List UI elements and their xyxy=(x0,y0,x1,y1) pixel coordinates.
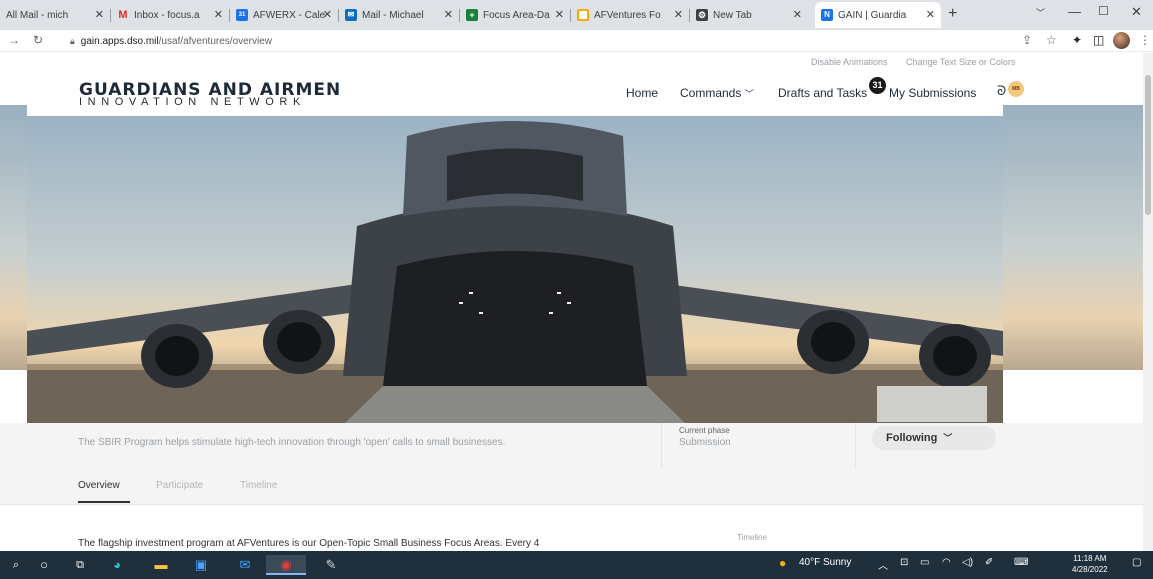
outlook-icon: ✉ xyxy=(345,9,357,21)
browser-tab[interactable]: All Mail - mich ✕ xyxy=(0,2,110,28)
pen-icon[interactable]: ✐ xyxy=(985,557,993,568)
url-field[interactable]: 🔒︎ gain.apps.dso.mil/usaf/afventures/over… xyxy=(70,33,990,49)
overview-content: The flagship investment program at AFVen… xyxy=(0,505,1143,551)
user-avatar[interactable]: MB xyxy=(1008,81,1024,97)
share-icon[interactable]: ⇪ xyxy=(1022,33,1032,47)
keyboard-icon[interactable]: ⌨ xyxy=(1014,557,1028,568)
nav-drafts-and-tasks[interactable]: Drafts and Tasks xyxy=(778,86,867,100)
program-tabs: Overview Participate Timeline xyxy=(0,467,1143,505)
program-description: The SBIR Program helps stimulate high-te… xyxy=(78,437,506,448)
sheets-icon: + xyxy=(466,9,478,21)
store-icon[interactable]: ▣ xyxy=(188,555,214,575)
browser-tab[interactable]: M Inbox - focus.a ✕ xyxy=(111,2,229,28)
paint-icon[interactable]: ✎ xyxy=(318,555,344,575)
clock-time: 11:18 AM xyxy=(1073,554,1107,563)
nav-my-submissions[interactable]: My Submissions xyxy=(889,86,976,100)
tab-timeline[interactable]: Timeline xyxy=(240,480,277,491)
close-icon[interactable]: ✕ xyxy=(555,8,564,21)
tab-search-icon[interactable]: ﹀ xyxy=(1036,6,1045,19)
bookmark-star-icon[interactable]: ☆ xyxy=(1046,33,1057,47)
reload-icon[interactable]: ↻ xyxy=(33,33,43,47)
url-domain: gain.apps.dso.mil xyxy=(80,36,159,47)
mail-icon[interactable]: ✉ xyxy=(232,555,258,575)
browser-tab[interactable]: ⚙ New Tab ✕ xyxy=(690,2,808,28)
weather-icon[interactable]: ● xyxy=(779,556,786,570)
wifi-icon[interactable]: ◠ xyxy=(942,557,951,568)
clock-date: 4/28/2022 xyxy=(1072,565,1108,574)
active-tab-indicator xyxy=(78,501,130,503)
tab-participate[interactable]: Participate xyxy=(156,480,203,491)
url-path: /usaf/afventures/overview xyxy=(158,36,273,47)
page-scrollbar[interactable] xyxy=(1143,53,1153,551)
browser-tab[interactable]: AFVentures Fo ✕ xyxy=(571,2,689,28)
weather-text[interactable]: 40°F Sunny xyxy=(799,557,851,568)
timeline-heading: Timeline xyxy=(737,533,767,542)
browser-tab[interactable]: ✉ Mail - Michael ✕ xyxy=(339,2,459,28)
close-icon[interactable]: ✕ xyxy=(926,8,935,21)
browser-tab[interactable]: + Focus Area-Da ✕ xyxy=(460,2,570,28)
phase-box: Current phase Submission xyxy=(661,423,856,467)
browser-tab-strip: All Mail - mich ✕ M Inbox - focus.a ✕ 31… xyxy=(0,0,1153,30)
file-explorer-icon[interactable]: ▬ xyxy=(148,555,174,575)
calendar-icon: 31 xyxy=(236,9,248,21)
side-panel-icon[interactable]: ◫ xyxy=(1093,33,1104,47)
chevron-up-icon[interactable]: ︿ xyxy=(878,557,888,572)
profile-avatar[interactable] xyxy=(1113,32,1130,49)
minimize-icon[interactable]: — xyxy=(1068,4,1081,19)
phase-value: Submission xyxy=(679,437,731,448)
close-icon[interactable]: ✕ xyxy=(674,8,683,21)
following-button[interactable]: Following ﹀ xyxy=(872,426,996,450)
lock-icon: 🔒︎ xyxy=(70,36,75,46)
browser-tab-active[interactable]: N GAIN | Guardia ✕ xyxy=(815,2,941,28)
close-icon[interactable]: ✕ xyxy=(444,8,453,21)
disable-animations-link[interactable]: Disable Animations xyxy=(811,57,888,67)
volume-icon[interactable]: ◁) xyxy=(962,557,973,568)
slides-icon xyxy=(577,9,589,21)
aircraft-illustration xyxy=(27,121,1003,425)
edge-icon[interactable]: ◕ xyxy=(104,555,130,575)
extensions-icon[interactable]: ✦ xyxy=(1072,33,1082,47)
search-icon[interactable]: ⌕ xyxy=(8,555,24,575)
battery-icon[interactable]: ▭ xyxy=(920,557,929,568)
windows-taskbar: ⌕ ○ ⧉ ◕ ▬ ▣ ✉ ◉ ✎ ● 40°F Sunny ︿ ⊡ ▭ ◠ ◁… xyxy=(0,551,1153,579)
new-tab-icon[interactable]: + xyxy=(948,5,957,23)
close-icon[interactable]: ✕ xyxy=(793,8,802,21)
notifications-icon[interactable]: ▢ xyxy=(1132,557,1141,568)
close-window-icon[interactable]: ✕ xyxy=(1131,4,1142,20)
nav-commands-label: Commands xyxy=(680,86,742,100)
chevron-down-icon: ﹀ xyxy=(744,89,754,99)
gain-site-icon: N xyxy=(821,9,833,21)
phase-label: Current phase xyxy=(679,426,730,435)
site-header: GUARDIANS AND AIRMEN INNOVATION NETWORK … xyxy=(27,72,1006,116)
hero-image xyxy=(27,116,1003,425)
following-label: Following xyxy=(886,432,938,444)
user-icon[interactable]: ᘐ xyxy=(997,83,1006,99)
drafts-count-badge: 31 xyxy=(869,77,886,94)
overview-paragraph: The flagship investment program at AFVen… xyxy=(78,538,540,549)
chevron-down-icon: ﹀ xyxy=(943,433,953,443)
scrollbar-thumb[interactable] xyxy=(1145,75,1151,215)
address-bar: → ↻ 🔒︎ gain.apps.dso.mil/usaf/afventures/… xyxy=(0,30,1153,52)
logo-subtitle: INNOVATION NETWORK xyxy=(79,96,306,108)
close-icon[interactable]: ✕ xyxy=(214,8,223,21)
task-view-icon[interactable]: ⧉ xyxy=(72,555,88,575)
cortana-icon[interactable]: ○ xyxy=(36,555,52,575)
page-viewport: Disable Animations Change Text Size or C… xyxy=(0,53,1153,551)
system-clock[interactable]: 11:18 AM 4/28/2022 xyxy=(1072,553,1108,575)
teams-icon[interactable]: ⊡ xyxy=(900,557,908,568)
menu-kebab-icon[interactable]: ⋮ xyxy=(1139,33,1151,47)
gmail-icon: M xyxy=(118,9,128,21)
change-text-link[interactable]: Change Text Size or Colors xyxy=(906,57,1015,67)
forward-icon[interactable]: → xyxy=(8,33,20,47)
nav-home[interactable]: Home xyxy=(626,86,658,100)
close-icon[interactable]: ✕ xyxy=(95,8,104,21)
close-icon[interactable]: ✕ xyxy=(323,8,332,21)
settings-icon: ⚙ xyxy=(696,9,708,21)
tab-overview[interactable]: Overview xyxy=(78,480,120,491)
nav-commands[interactable]: Commands ﹀ xyxy=(680,86,754,100)
browser-tab[interactable]: 31 AFWERX - Cale ✕ xyxy=(230,2,338,28)
maximize-icon[interactable]: ☐ xyxy=(1098,4,1109,18)
chrome-icon[interactable]: ◉ xyxy=(266,555,306,575)
program-info-strip: The SBIR Program helps stimulate high-te… xyxy=(0,423,1143,467)
